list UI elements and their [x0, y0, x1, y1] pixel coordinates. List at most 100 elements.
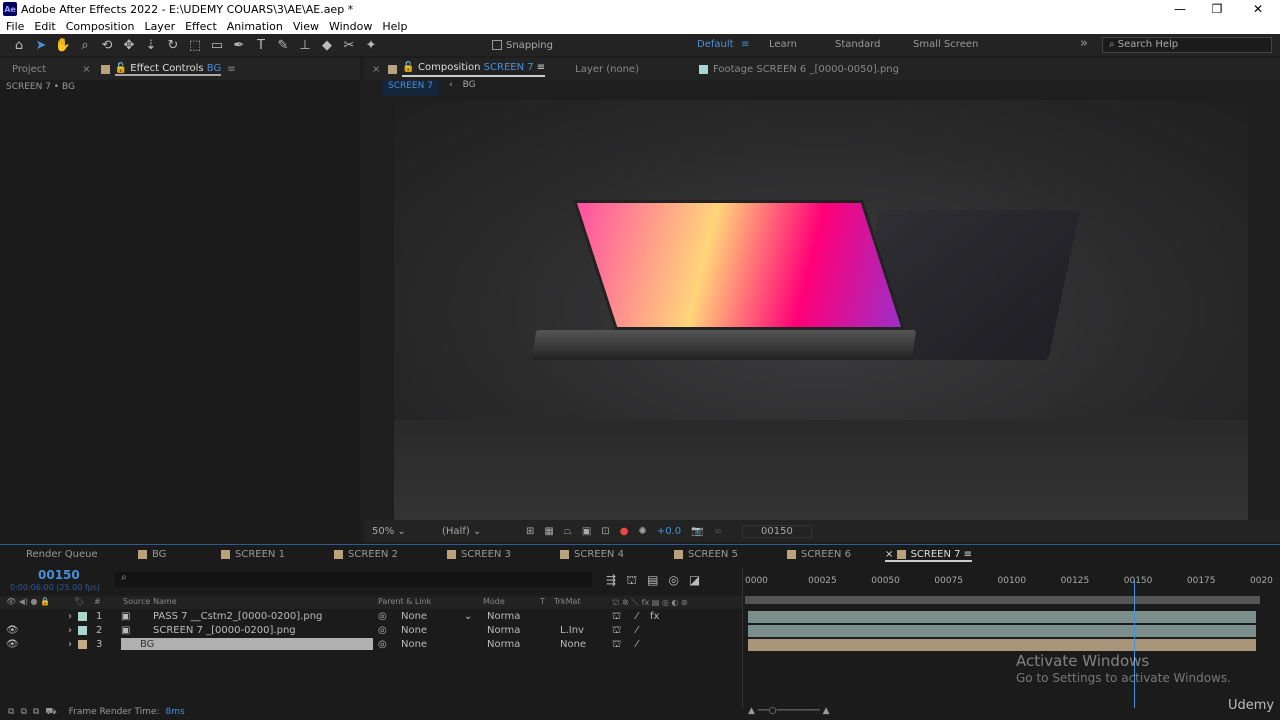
layer-row[interactable]: › 1 ▣ PASS 7 __Cstm2_[0000-0200].png ◎ N… — [0, 610, 742, 624]
shy-switch-icon[interactable]: ⛫ — [612, 625, 621, 638]
zoom-tool-icon[interactable]: ⌕ — [74, 38, 96, 53]
breadcrumb-screen-7[interactable]: SCREEN 7 — [382, 80, 439, 96]
workspace-standard[interactable]: Standard — [835, 39, 881, 50]
exposure-value[interactable]: +0.0 — [657, 526, 681, 537]
tab-project[interactable]: Project — [12, 64, 46, 75]
tab-footage[interactable]: Footage SCREEN 6 _[0000-0050].png — [713, 64, 899, 75]
dolly-tool-icon[interactable]: ⇣ — [140, 38, 162, 53]
anchor-tool-icon[interactable]: ⬚ — [184, 38, 206, 53]
channel-icon[interactable]: ● — [620, 526, 629, 537]
layer-name[interactable]: PASS 7 __Cstm2_[0000-0200].png — [153, 611, 322, 622]
tab-screen-7[interactable]: × SCREEN 7 ≡ — [885, 549, 973, 562]
mode-dropdown[interactable]: Norma — [487, 625, 520, 636]
close-button[interactable]: ✕ — [1238, 0, 1278, 18]
quality-switch-icon[interactable]: ⁄ — [636, 639, 638, 650]
work-area-bar[interactable] — [745, 596, 1260, 604]
tab-screen-6[interactable]: SCREEN 6 — [787, 549, 851, 560]
rotate-tool-icon[interactable]: ↻ — [162, 38, 184, 53]
show-snapshot-icon[interactable]: ∞ — [714, 526, 722, 537]
quality-switch-icon[interactable]: ⁄ — [636, 611, 638, 622]
fast-preview-icon[interactable]: ⊞ — [526, 526, 534, 537]
workspace-default[interactable]: Default — [697, 39, 734, 50]
comp-flowchart-icon[interactable]: ⇶ — [606, 573, 616, 589]
zoom-slider[interactable]: ▲ ──○──────── ▲ — [748, 706, 830, 716]
menu-window[interactable]: Window — [329, 20, 372, 33]
label-color[interactable] — [78, 640, 87, 649]
pickwhip-icon[interactable]: ◎ — [378, 639, 387, 650]
tab-layer[interactable]: Layer (none) — [575, 64, 639, 75]
tab-bg[interactable]: BG — [138, 549, 166, 560]
shy-switch-icon[interactable]: ⛫ — [612, 611, 621, 624]
roto-brush-icon[interactable]: ✂ — [338, 38, 360, 53]
render-time-icon[interactable]: ⛟ — [45, 707, 56, 718]
workspace-small-screen[interactable]: Small Screen — [913, 39, 978, 50]
menu-layer[interactable]: Layer — [144, 20, 175, 33]
source-name-header[interactable]: Source Name — [123, 597, 177, 606]
shy-layers-icon[interactable]: ⛫ — [626, 573, 637, 589]
tab-screen-5[interactable]: SCREEN 5 — [674, 549, 738, 560]
panel-menu-icon[interactable]: ≡ — [227, 64, 235, 75]
snapshot-icon[interactable]: 📷 — [691, 526, 703, 537]
type-tool-icon[interactable]: T — [250, 38, 272, 53]
comp-canvas[interactable] — [394, 100, 1248, 520]
reset-exposure-icon[interactable]: ✺ — [638, 526, 646, 537]
menu-animation[interactable]: Animation — [227, 20, 283, 33]
visibility-eye-icon[interactable]: 👁 — [6, 625, 19, 636]
pickwhip-icon[interactable]: ◎ — [378, 625, 387, 636]
guides-icon[interactable]: ⊡ — [601, 526, 609, 537]
motion-blur-icon[interactable]: ◎ — [668, 573, 678, 589]
parent-dropdown[interactable]: None — [401, 639, 427, 650]
selection-tool-icon[interactable]: ➤ — [30, 38, 52, 53]
quality-switch-icon[interactable]: ⁄ — [636, 625, 638, 636]
home-icon[interactable]: ⌂ — [8, 38, 30, 53]
hand-tool-icon[interactable]: ✋ — [52, 38, 74, 53]
search-help-input[interactable]: ⌕ Search Help — [1102, 37, 1272, 53]
viewer-timecode[interactable]: 00150 — [741, 524, 812, 538]
layer-row[interactable]: 👁 › 2 ▣ SCREEN 7 _[0000-0200].png ◎ None… — [0, 624, 742, 638]
breadcrumb-bg[interactable]: BG — [463, 80, 476, 96]
layer-row-selected[interactable]: 👁 › 3 BG ◎ None Norma None ⛫ ⁄ — [0, 638, 742, 652]
snapping-toggle[interactable]: Snapping — [492, 40, 553, 51]
parent-dropdown[interactable]: None — [401, 625, 427, 636]
pen-tool-icon[interactable]: ✒ — [228, 38, 250, 53]
minimize-button[interactable]: — — [1160, 0, 1200, 18]
menu-file[interactable]: File — [6, 20, 24, 33]
workspace-menu-icon[interactable]: ≡ — [741, 39, 749, 50]
clone-stamp-icon[interactable]: ⊥ — [294, 38, 316, 53]
pan-tool-icon[interactable]: ✥ — [118, 38, 140, 53]
close-tab-icon[interactable]: × — [372, 64, 380, 75]
eraser-icon[interactable]: ◆ — [316, 38, 338, 53]
mode-dropdown[interactable]: Norma — [487, 639, 520, 650]
layer-bar[interactable] — [748, 611, 1256, 623]
fx-switch[interactable]: fx — [650, 611, 659, 622]
transparency-grid-icon[interactable]: ▦ — [544, 526, 553, 537]
shy-switch-icon[interactable]: ⛫ — [612, 639, 621, 652]
zoom-dropdown[interactable]: 50% ⌄ — [372, 526, 432, 537]
puppet-pin-icon[interactable]: ✦ — [360, 38, 382, 53]
trkmat-dropdown[interactable]: L.Inv — [560, 625, 584, 636]
visibility-eye-icon[interactable]: 👁 — [6, 639, 19, 650]
in-out-toggle-icon[interactable]: ⧉ — [33, 707, 39, 717]
close-tab-icon[interactable]: × — [82, 64, 90, 75]
parent-dropdown[interactable]: None — [401, 611, 427, 622]
mode-dropdown[interactable]: Norma — [487, 611, 520, 622]
pickwhip-icon[interactable]: ◎ — [378, 611, 387, 622]
menu-effect[interactable]: Effect — [185, 20, 217, 33]
layer-name[interactable]: BG — [140, 639, 154, 650]
region-icon[interactable]: ▣ — [582, 526, 591, 537]
workspace-learn[interactable]: Learn — [769, 39, 797, 50]
tab-screen-1[interactable]: SCREEN 1 — [221, 549, 285, 560]
layer-bar[interactable] — [748, 639, 1256, 651]
tab-screen-4[interactable]: SCREEN 4 — [560, 549, 624, 560]
time-ruler[interactable]: 0000 00025 00050 00075 00100 00125 00150 00175 0… — [745, 576, 1273, 590]
trkmat-dropdown[interactable]: None — [560, 639, 586, 650]
tab-composition[interactable]: 🔓 Composition SCREEN 7 ≡ — [402, 62, 546, 77]
tab-screen-2[interactable]: SCREEN 2 — [334, 549, 398, 560]
label-color[interactable] — [78, 626, 87, 635]
modes-toggle-icon[interactable]: ⧉ — [20, 707, 26, 717]
layer-bar[interactable] — [748, 625, 1256, 637]
resolution-dropdown[interactable]: (Half) ⌄ — [442, 526, 516, 537]
expand-icon[interactable]: › — [68, 639, 72, 650]
current-frame[interactable]: 00150 — [38, 568, 80, 582]
menu-view[interactable]: View — [293, 20, 319, 33]
